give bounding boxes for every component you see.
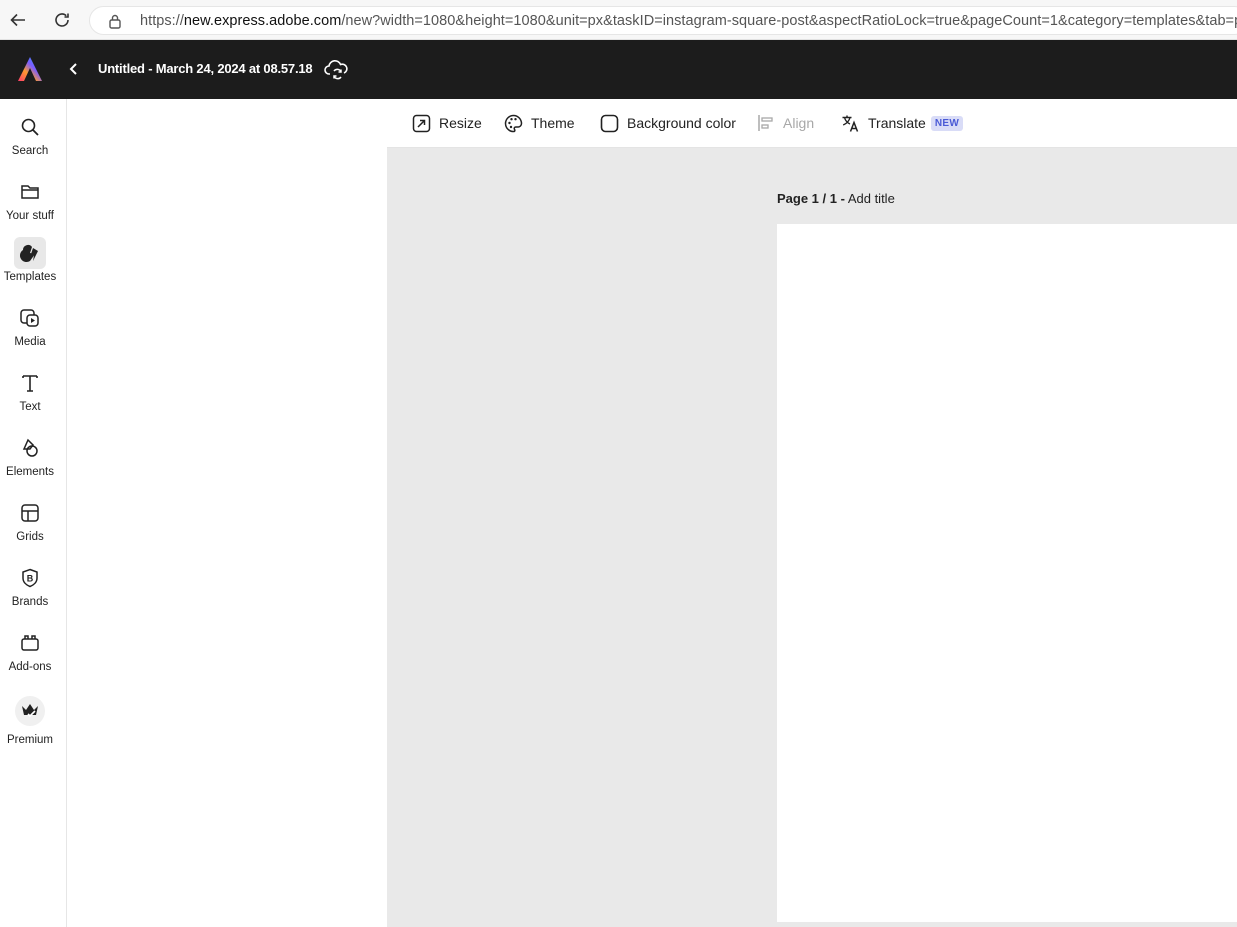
page-number: Page 1 / 1 -	[777, 191, 845, 206]
brand-icon: B	[22, 568, 38, 588]
folder-icon	[21, 185, 39, 199]
rail-item-media[interactable]: Media	[0, 302, 60, 362]
document-title[interactable]: Untitled - March 24, 2024 at 08.57.18	[98, 61, 313, 76]
app-header: Untitled - March 24, 2024 at 08.57.18	[0, 40, 1237, 99]
color-swatch-icon	[600, 114, 619, 132]
resize-button[interactable]: Resize	[412, 112, 482, 134]
adobe-express-logo[interactable]	[17, 56, 43, 82]
rail-item-elements[interactable]: Elements	[0, 432, 60, 492]
rail-item-templates[interactable]: Templates	[0, 237, 60, 297]
lock-icon	[109, 14, 121, 29]
rail-item-text[interactable]: Text	[0, 367, 60, 427]
align-label: Align	[783, 115, 815, 131]
rail-item-label: Text	[19, 401, 41, 413]
rail-item-label: Premium	[6, 734, 53, 746]
grid-icon	[21, 504, 39, 522]
theme-button[interactable]: Theme	[504, 112, 575, 134]
translate-label: Translate	[868, 115, 926, 131]
templates-icon	[20, 245, 38, 263]
rail-item-premium[interactable]: Premium	[0, 696, 60, 762]
rail-item-label: Your stuff	[6, 210, 54, 222]
page-indicator: Page 1 / 1 - Add title	[777, 191, 895, 206]
addons-icon	[21, 635, 39, 651]
canvas-toolbar: Resize Theme Background color Align Tran…	[387, 99, 1237, 148]
resize-icon	[412, 114, 431, 132]
elements-icon	[22, 438, 38, 457]
crown-icon	[22, 704, 38, 718]
rail-item-label: Search	[11, 145, 49, 157]
editor-workspace: Resize Theme Background color Align Tran…	[387, 99, 1237, 927]
browser-reload-button[interactable]	[50, 8, 74, 32]
reload-icon	[55, 13, 69, 27]
browser-toolbar: https://new.express.adobe.com/new?width=…	[0, 0, 1237, 40]
cloud-sync-icon[interactable]	[324, 58, 348, 80]
premium-badge	[15, 696, 45, 726]
rail-item-label: Elements	[6, 466, 54, 478]
translate-button[interactable]: Translate NEW	[841, 112, 964, 134]
align-left-icon	[758, 115, 773, 131]
url-text: https://new.express.adobe.com/new?width=…	[140, 13, 1237, 29]
left-rail: Search Your stuff Templates Media Text E…	[0, 99, 67, 927]
browser-back-button[interactable]	[6, 8, 30, 32]
translate-icon	[842, 115, 859, 132]
add-title-link[interactable]: Add title	[848, 191, 895, 206]
rail-item-brands[interactable]: B Brands	[0, 562, 60, 622]
background-color-button[interactable]: Background color	[600, 112, 736, 134]
address-bar[interactable]: https://new.express.adobe.com/new?width=…	[89, 6, 1237, 35]
media-icon	[20, 309, 39, 327]
rail-item-search[interactable]: Search	[0, 111, 60, 171]
background-color-label: Background color	[627, 115, 736, 131]
design-page-canvas[interactable]	[777, 224, 1237, 922]
resize-label: Resize	[439, 115, 482, 131]
rail-item-grids[interactable]: Grids	[0, 497, 60, 557]
rail-item-label: Grids	[16, 531, 44, 543]
rail-item-label: Templates	[3, 271, 57, 283]
rail-item-label: Media	[14, 336, 46, 348]
svg-text:B: B	[27, 574, 34, 584]
new-badge: NEW	[930, 115, 964, 131]
chevron-left-icon[interactable]	[66, 61, 82, 77]
text-icon	[22, 375, 38, 392]
theme-label: Theme	[531, 115, 575, 131]
rail-item-your-stuff[interactable]: Your stuff	[0, 176, 60, 236]
side-panel	[67, 99, 387, 927]
rail-item-label: Brands	[11, 596, 49, 608]
search-icon	[21, 118, 39, 136]
align-button[interactable]: Align	[757, 112, 814, 134]
rail-item-add-ons[interactable]: Add-ons	[0, 627, 60, 687]
palette-icon	[504, 114, 523, 132]
arrow-left-icon	[10, 13, 25, 27]
rail-item-label: Add-ons	[8, 661, 52, 673]
